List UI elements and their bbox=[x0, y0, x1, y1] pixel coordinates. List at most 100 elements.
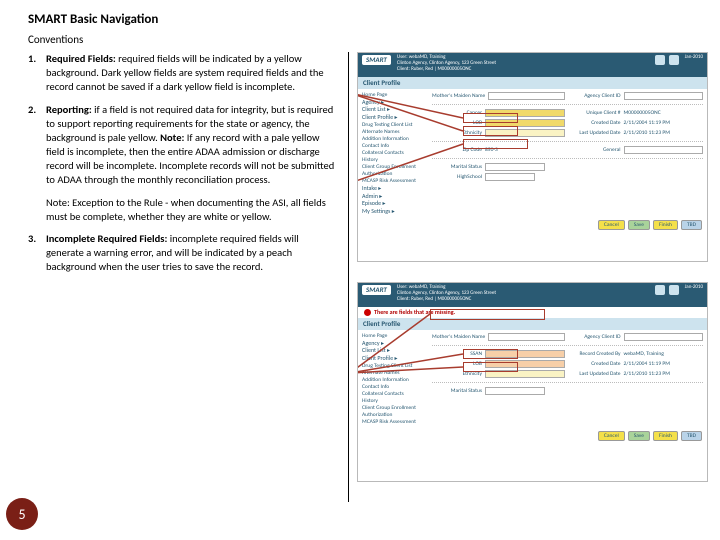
nav-item[interactable]: Client Group Enrollment bbox=[362, 405, 424, 411]
item-number: 1. bbox=[28, 52, 46, 95]
field-label: Marital Status bbox=[432, 388, 482, 394]
conventions-text-column: 1. Required Fields: required fields will… bbox=[28, 52, 348, 502]
form-area: Mother's Maiden Name Agency Client ID SS… bbox=[428, 330, 707, 428]
cancel-button[interactable]: Cancel bbox=[598, 431, 625, 441]
field-peach[interactable] bbox=[485, 360, 565, 368]
item-number: 3. bbox=[28, 232, 46, 275]
warning-banner: There are fields that are missing. bbox=[358, 307, 707, 318]
field-label: Ethnicity bbox=[432, 371, 482, 377]
field-value: M00000005ONC bbox=[624, 110, 661, 116]
left-nav: Home Page Agency ▸ Client List ▸ Client … bbox=[358, 89, 428, 218]
field-label: Record Created By bbox=[571, 351, 621, 357]
nav-item[interactable]: Alternate Names bbox=[362, 129, 424, 135]
field-label: Mother's Maiden Name bbox=[432, 334, 485, 340]
field-input[interactable] bbox=[485, 173, 535, 181]
section-subtitle: Conventions bbox=[28, 33, 720, 46]
nav-item[interactable]: History bbox=[362, 398, 424, 404]
app-logo: SMART bbox=[362, 55, 391, 65]
nav-item[interactable]: Admin ▸ bbox=[362, 193, 424, 200]
help-icon[interactable] bbox=[669, 55, 679, 65]
field-label: Mother's Maiden Name bbox=[432, 93, 485, 99]
list-item: 1. Required Fields: required fields will… bbox=[28, 52, 338, 95]
print-icon[interactable] bbox=[655, 55, 665, 65]
list-item: 2. Reporting: if a field is not required… bbox=[28, 103, 338, 188]
nav-item[interactable]: MCASP Risk Assessment bbox=[362, 178, 424, 184]
nav-item[interactable]: Drug Testing Client List bbox=[362, 363, 424, 369]
nav-item[interactable]: Client Profile ▸ bbox=[362, 355, 424, 362]
item-number: 2. bbox=[28, 103, 46, 188]
field-value: 2/11/2004 11:19 PM bbox=[624, 361, 670, 367]
nav-item[interactable]: History bbox=[362, 157, 424, 163]
warning-text: There are fields that are missing. bbox=[374, 309, 455, 316]
note-label: Note: bbox=[160, 131, 184, 144]
tbd-button[interactable]: TBD bbox=[681, 220, 702, 230]
nav-item[interactable]: MCASP Risk Assessment bbox=[362, 419, 424, 425]
field-label: Marital Status bbox=[432, 164, 482, 170]
help-icon[interactable] bbox=[669, 285, 679, 295]
tbd-button[interactable]: TBD bbox=[681, 431, 702, 441]
nav-item[interactable]: Contact Info bbox=[362, 143, 424, 149]
nav-item[interactable]: Intake ▸ bbox=[362, 185, 424, 192]
field-label: HighSchool bbox=[432, 174, 482, 180]
field-input[interactable] bbox=[624, 333, 704, 341]
item-heading: Required Fields: bbox=[46, 52, 116, 65]
nav-item[interactable]: Alternate Names bbox=[362, 370, 424, 376]
nav-item[interactable]: Agency ▸ bbox=[362, 340, 424, 347]
nav-item[interactable]: Authorization bbox=[362, 171, 424, 177]
field-value: webaMD, Training bbox=[624, 351, 664, 357]
field-label: Unique Client # bbox=[571, 110, 621, 116]
nav-item[interactable]: Contact Info bbox=[362, 384, 424, 390]
field-value: 2/11/2004 11:19 PM bbox=[624, 120, 670, 126]
nav-item[interactable]: Client Group Enrollment bbox=[362, 164, 424, 170]
field-label: Ethnicity bbox=[432, 130, 482, 136]
nav-item[interactable]: My Settings ▸ bbox=[362, 208, 424, 215]
nav-item[interactable]: Client Profile ▸ bbox=[362, 114, 424, 121]
warning-icon bbox=[364, 309, 371, 316]
field-label: Last Updated Date bbox=[571, 130, 621, 136]
list-item: 3. Incomplete Required Fields: incomplet… bbox=[28, 232, 338, 275]
field-input[interactable] bbox=[488, 92, 564, 100]
field-label: LOB bbox=[432, 120, 482, 126]
field-input[interactable] bbox=[624, 92, 704, 100]
field-pale-yellow[interactable] bbox=[485, 370, 565, 378]
nav-item[interactable]: Collateral Contacts bbox=[362, 150, 424, 156]
cancel-button[interactable]: Cancel bbox=[598, 220, 625, 230]
field-select[interactable] bbox=[485, 387, 545, 395]
left-nav: Home Page Agency ▸ Client List ▸ Client … bbox=[358, 330, 428, 428]
nav-item[interactable]: Authorization bbox=[362, 412, 424, 418]
save-button[interactable]: Save bbox=[628, 220, 650, 230]
field-select[interactable] bbox=[624, 146, 704, 154]
field-peach[interactable] bbox=[485, 350, 565, 358]
save-button[interactable]: Save bbox=[628, 431, 650, 441]
print-icon[interactable] bbox=[655, 285, 665, 295]
item-heading: Incomplete Required Fields: bbox=[46, 232, 167, 245]
hdr-client: Client: Ruber, Red | M00000005ONC bbox=[397, 67, 649, 73]
nav-item[interactable]: Collateral Contacts bbox=[362, 391, 424, 397]
hdr-client: Client: Ruber, Red | M00000005ONC bbox=[397, 297, 649, 303]
nav-item[interactable]: Client List ▸ bbox=[362, 106, 424, 113]
field-pale-yellow[interactable] bbox=[485, 129, 565, 137]
field-label: Created Date bbox=[571, 361, 621, 367]
field-label: Agency Client ID bbox=[571, 93, 621, 99]
field-dark-yellow[interactable] bbox=[485, 109, 565, 117]
nav-item[interactable]: Drug Testing Client List bbox=[362, 122, 424, 128]
hdr-date: Jan-2010 bbox=[685, 285, 703, 291]
nav-item[interactable]: Addition Information bbox=[362, 377, 424, 383]
finish-button[interactable]: Finish bbox=[653, 431, 678, 441]
nav-item[interactable]: Client List ▸ bbox=[362, 347, 424, 354]
nav-item[interactable]: Home Page bbox=[362, 333, 424, 339]
nav-item[interactable]: Agency ▸ bbox=[362, 99, 424, 106]
nav-item[interactable]: Addition Information bbox=[362, 136, 424, 142]
app-screenshot-top: SMART User: webaMD, Training Clinton Age… bbox=[357, 52, 708, 262]
hdr-date: Jan-2010 bbox=[685, 55, 703, 61]
field-select[interactable] bbox=[485, 163, 545, 171]
nav-item[interactable]: Episode ▸ bbox=[362, 200, 424, 207]
field-label: SSAN bbox=[432, 351, 482, 357]
nav-item[interactable]: Home Page bbox=[362, 92, 424, 98]
section-bar: Client Profile bbox=[358, 77, 707, 89]
field-input[interactable] bbox=[488, 333, 564, 341]
field-label: LOB bbox=[432, 361, 482, 367]
finish-button[interactable]: Finish bbox=[653, 220, 678, 230]
field-value: 850-3 bbox=[485, 147, 498, 153]
field-dark-yellow[interactable] bbox=[485, 119, 565, 127]
